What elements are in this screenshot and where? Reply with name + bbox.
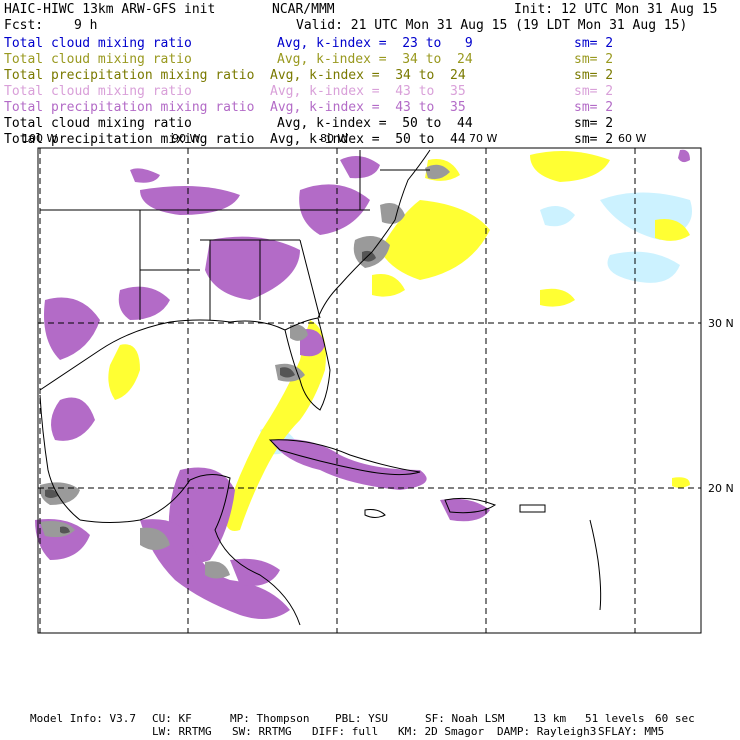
- lon-label: 90 W: [172, 132, 200, 145]
- footer-physics-info: KM: 2D Smagor: [398, 725, 485, 738]
- footer-model-info: 60 sec: [655, 712, 695, 725]
- lon-label: 60 W: [618, 132, 646, 145]
- footer-physics-info: LW: RRTMG: [152, 725, 212, 738]
- footer-model-info: CU: KF: [152, 712, 192, 725]
- footer-physics-info: DAMP: Rayleigh3: [497, 725, 597, 738]
- footer-model-info: Model Info: V3.7: [30, 712, 136, 725]
- lon-label: 80 W: [320, 132, 348, 145]
- lon-label: 100 W: [22, 132, 57, 145]
- coastline-segment: [519, 504, 546, 513]
- forecast-map: 100 W 90 W 80 W 70 W 60 W 30 N 20 N: [22, 132, 734, 634]
- purple-cloud-area: [44, 297, 100, 360]
- purple-cloud-area: [130, 168, 160, 183]
- coastline-segment: [299, 239, 321, 319]
- footer-physics-info: SFLAY: MM5: [598, 725, 665, 738]
- purple-cloud-area: [270, 439, 427, 490]
- purple-cloud-area: [205, 236, 300, 300]
- coastline-segment: [364, 509, 386, 518]
- purple-cloud-area: [51, 397, 95, 441]
- lat-lon-grid: [38, 148, 701, 633]
- footer-model-info: PBL: YSU: [335, 712, 388, 725]
- footer-model-info: MP: Thompson: [230, 712, 310, 725]
- gray-cloud-area: [205, 561, 230, 579]
- coastline-segment: [589, 519, 602, 611]
- footer-model-info: 51 levels: [585, 712, 645, 725]
- purple-cloud-area: [118, 286, 170, 320]
- purple-cloud-area: [140, 186, 240, 215]
- yellow-cloud-area: [530, 151, 610, 182]
- lat-label: 30 N: [708, 317, 734, 330]
- yellow-cloud-area: [540, 288, 575, 307]
- map-frame: [37, 147, 702, 634]
- footer-model-info: SF: Noah LSM: [425, 712, 505, 725]
- cyan-cloud-area: [540, 206, 575, 227]
- purple-cloud-area: [678, 149, 690, 163]
- cloud-fields: [35, 149, 692, 619]
- footer-physics-info: DIFF: full: [312, 725, 379, 738]
- lat-label: 20 N: [708, 482, 734, 495]
- yellow-cloud-area: [672, 477, 690, 488]
- lon-label: 70 W: [469, 132, 497, 145]
- footer-physics-info: SW: RRTMG: [232, 725, 292, 738]
- yellow-cloud-area: [108, 344, 140, 400]
- cyan-cloud-area: [607, 251, 680, 283]
- footer-model-info: 13 km: [533, 712, 567, 725]
- yellow-cloud-area: [372, 274, 405, 297]
